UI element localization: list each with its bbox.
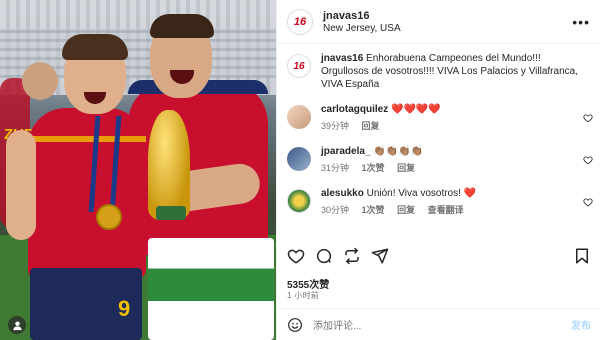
player-left-shirt xyxy=(28,108,146,278)
comment-username[interactable]: alesukko xyxy=(321,188,364,199)
comment-reply-link[interactable]: 回复 xyxy=(397,163,415,173)
player-right-hair xyxy=(150,14,214,38)
bookmark-icon[interactable] xyxy=(573,247,591,265)
comment-row: alesukko Unión! Viva vosotros! ❤️ 30分钟 1… xyxy=(277,187,600,217)
instagram-post: ZUBI 4 9 16 jnavas16 New Jersey, USA xyxy=(0,0,600,340)
comment-reply-link[interactable]: 回复 xyxy=(362,121,380,131)
post-timestamp[interactable]: 1 小时前 xyxy=(287,290,319,301)
comment-username[interactable]: jparadela_ xyxy=(321,146,370,157)
player-left-arm xyxy=(6,130,36,240)
post-side-panel: 16 jnavas16 New Jersey, USA ••• 16 jnava… xyxy=(276,0,600,340)
repost-icon[interactable] xyxy=(343,247,361,265)
gold-medal xyxy=(96,204,122,230)
tagged-users-icon[interactable] xyxy=(8,316,26,334)
comment-reply-link[interactable]: 回复 xyxy=(397,205,415,215)
comment-like-icon[interactable] xyxy=(583,197,593,207)
comment-text: Unión! Viva vosotros! ❤️ xyxy=(366,188,477,199)
emoji-icon[interactable] xyxy=(287,317,303,333)
post-comment-button[interactable]: 发布 xyxy=(571,317,591,332)
comment-time[interactable]: 30分钟 xyxy=(321,205,349,215)
player-left-hair xyxy=(62,34,128,60)
comment-text: 👏🏽👏🏽👏🏽👏🏽 xyxy=(373,146,424,157)
world-cup-trophy xyxy=(148,110,190,220)
comment-row: jparadela_ 👏🏽👏🏽👏🏽👏🏽 31分钟 1次赞 回复 xyxy=(277,145,600,175)
comment-like-icon[interactable] xyxy=(583,155,593,165)
share-send-icon[interactable] xyxy=(371,247,389,265)
author-username[interactable]: jnavas16 xyxy=(323,10,572,22)
post-actions-bar xyxy=(277,244,600,268)
comment-likes[interactable]: 1次赞 xyxy=(362,163,385,173)
trophy-base xyxy=(156,206,186,220)
commenter-avatar[interactable] xyxy=(287,105,311,129)
add-comment-bar: 添加评论... 发布 xyxy=(277,308,600,340)
commenter-avatar[interactable] xyxy=(287,189,311,213)
comment-like-icon[interactable] xyxy=(583,113,593,123)
comment-row: carlotagquilez ❤️❤️❤️❤️ 39分钟 回复 xyxy=(277,103,600,133)
andalusia-flag xyxy=(148,238,274,340)
comments-list[interactable]: 16 jnavas16 Enhorabuena Campeones del Mu… xyxy=(277,44,600,240)
shorts-number: 9 xyxy=(118,296,131,321)
more-options-icon[interactable]: ••• xyxy=(572,14,590,30)
comment-bubble-icon[interactable] xyxy=(315,247,333,265)
comment-username[interactable]: carlotagquilez xyxy=(321,104,388,115)
like-heart-icon[interactable] xyxy=(287,247,305,265)
comment-time[interactable]: 39分钟 xyxy=(321,121,349,131)
comment-translate-link[interactable]: 查看翻译 xyxy=(428,205,464,215)
like-count[interactable]: 5355次赞 xyxy=(287,276,329,291)
caption-avatar[interactable]: 16 xyxy=(287,54,311,78)
comment-likes[interactable]: 1次赞 xyxy=(362,205,385,215)
comment-time[interactable]: 31分钟 xyxy=(321,163,349,173)
comment-input[interactable]: 添加评论... xyxy=(313,317,571,332)
author-avatar[interactable]: 16 xyxy=(287,8,313,35)
commenter-avatar[interactable] xyxy=(287,147,311,171)
post-header: 16 jnavas16 New Jersey, USA ••• xyxy=(277,0,600,44)
caption-row: 16 jnavas16 Enhorabuena Campeones del Mu… xyxy=(277,52,600,91)
comment-text: ❤️❤️❤️❤️ xyxy=(391,104,441,115)
post-photo[interactable]: ZUBI 4 9 xyxy=(0,0,276,340)
post-location[interactable]: New Jersey, USA xyxy=(323,23,572,34)
background-player-head xyxy=(22,62,58,100)
caption-username[interactable]: jnavas16 xyxy=(321,53,363,64)
